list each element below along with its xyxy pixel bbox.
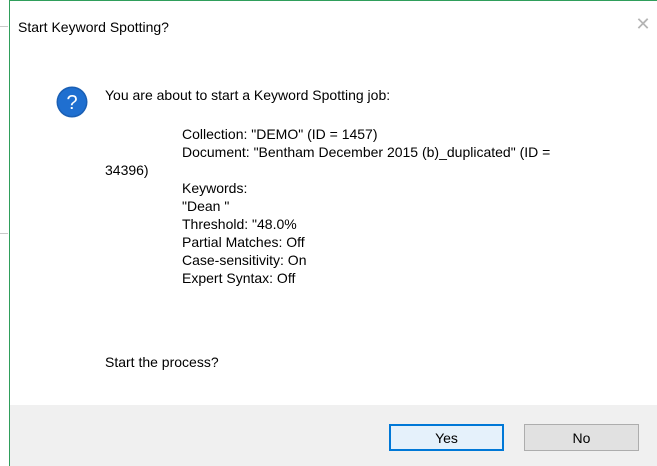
- document-line: Document: "Bentham December 2015 (b)_dup…: [182, 144, 551, 160]
- svg-text:?: ?: [66, 92, 77, 114]
- window-border-top: [9, 0, 657, 1]
- case-sensitivity-line: Case-sensitivity: On: [182, 252, 307, 268]
- confirm-question: Start the process?: [105, 354, 219, 370]
- collection-line: Collection: "DEMO" (ID = 1457): [182, 126, 378, 142]
- keywords-label: Keywords:: [182, 180, 248, 196]
- expert-syntax-line: Expert Syntax: Off: [182, 270, 296, 286]
- dialog-window: Start Keyword Spotting? ✕ ? You are abou…: [0, 0, 657, 466]
- keyword-value: "Dean ": [182, 198, 230, 214]
- no-button[interactable]: No: [524, 424, 639, 451]
- dialog-title: Start Keyword Spotting?: [18, 19, 169, 35]
- question-icon: ?: [56, 86, 88, 123]
- job-details: Collection: "DEMO" (ID = 1457) Document:…: [105, 125, 625, 287]
- close-icon[interactable]: ✕: [630, 11, 656, 37]
- window-border-left: [9, 0, 10, 466]
- background-window-edge: [0, 0, 9, 466]
- threshold-line: Threshold: "48.0%: [182, 216, 297, 232]
- document-line-wrap: 34396): [105, 162, 149, 178]
- dialog-heading: You are about to start a Keyword Spottin…: [105, 87, 391, 103]
- partial-matches-line: Partial Matches: Off: [182, 234, 305, 250]
- yes-button[interactable]: Yes: [389, 424, 504, 451]
